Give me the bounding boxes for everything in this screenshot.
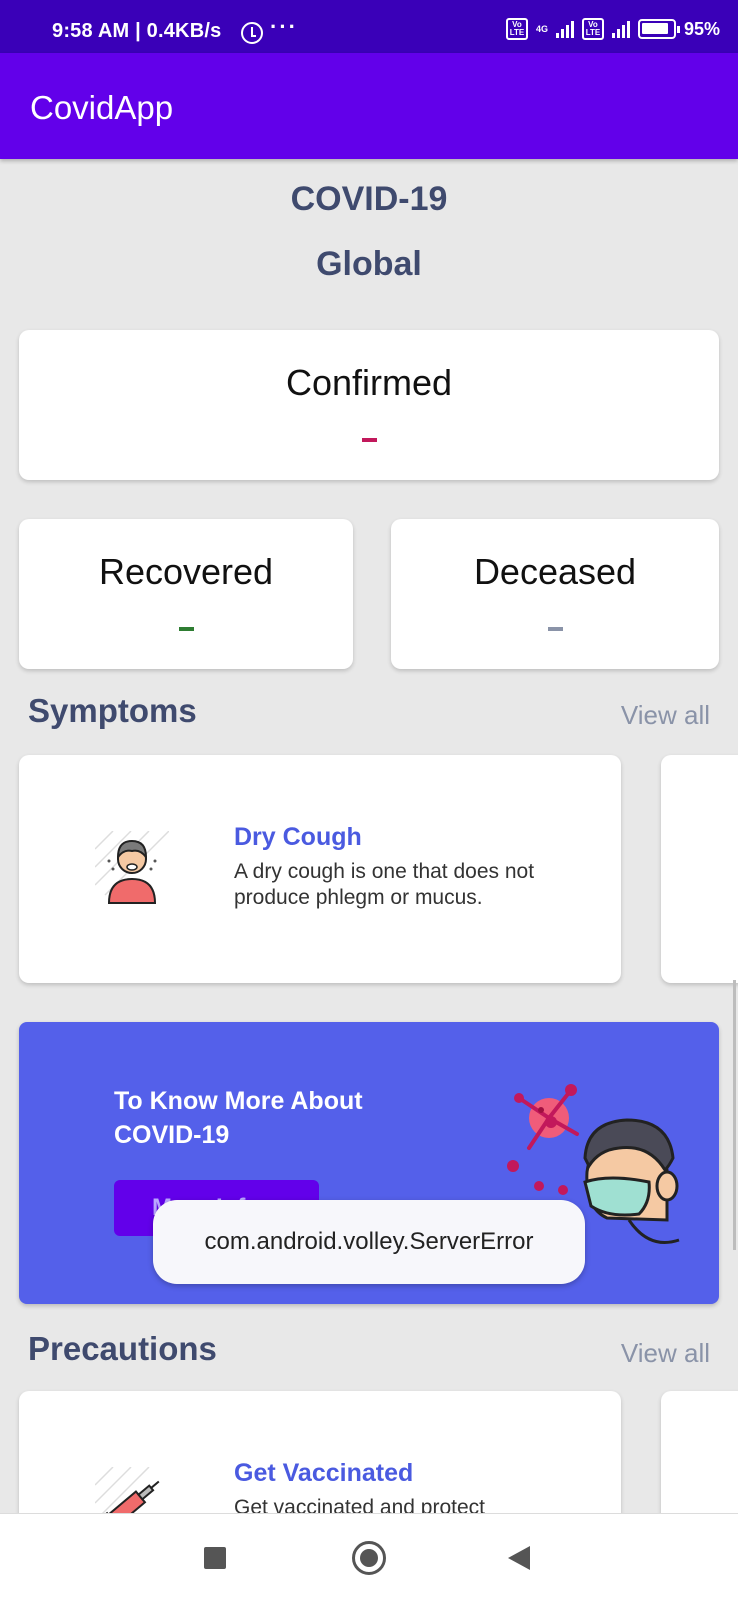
symptom-card-next[interactable] (661, 755, 738, 983)
deceased-value: - (548, 627, 563, 631)
symptom-description: A dry cough is one that does not produce… (234, 860, 535, 909)
precautions-title: Precautions (28, 1330, 217, 1367)
confirmed-value: - (362, 438, 377, 442)
status-bar: 9:58 AM | 0.4KB/s ··· Vo LTE 4G Vo LTE 95% (0, 0, 738, 53)
page-title: COVID-19 (290, 180, 448, 218)
battery-level: 95% (683, 18, 720, 39)
volte-icon: Vo LTE (505, 18, 528, 40)
status-time: 9:58 AM | 0.4KB/s (52, 20, 222, 42)
precaution-title: Get Vaccinated (234, 1459, 414, 1487)
symptoms-view-all-link[interactable]: View all (621, 700, 710, 731)
error-toast: com.android.volley.ServerError (153, 1200, 585, 1284)
coughing-person-icon (95, 831, 169, 904)
home-button[interactable] (352, 1541, 386, 1575)
scrollbar[interactable] (733, 980, 736, 1250)
symptoms-title: Symptoms (28, 692, 197, 729)
app-title: CovidApp (30, 89, 174, 126)
recovered-value: - (179, 627, 194, 631)
precautions-view-all-link[interactable]: View all (621, 1338, 710, 1369)
recents-button[interactable] (204, 1547, 226, 1569)
app-bar: CovidApp (0, 53, 738, 159)
network-type: 4G (535, 23, 548, 34)
deceased-card: Deceased - (391, 519, 719, 669)
confirmed-label: Confirmed (285, 362, 453, 403)
alarm-icon (241, 22, 263, 44)
battery-icon (637, 19, 680, 39)
back-button[interactable] (508, 1546, 530, 1570)
symptom-card-dry-cough[interactable]: Dry Cough A dry cough is one that does n… (19, 755, 621, 983)
banner-text: To Know More About COVID-19 (114, 1087, 363, 1149)
symptom-title: Dry Cough (234, 823, 362, 851)
recovered-card: Recovered - (19, 519, 353, 669)
signal-icon (555, 20, 574, 38)
system-nav-bar (0, 1513, 738, 1600)
more-notifications-icon: ··· (270, 14, 298, 39)
recovered-label: Recovered (98, 551, 274, 592)
confirmed-card: Confirmed - (19, 330, 719, 480)
deceased-label: Deceased (473, 551, 637, 592)
signal-icon-2 (611, 20, 630, 38)
page-subtitle: Global (316, 245, 422, 283)
status-right: Vo LTE 4G Vo LTE 95% (505, 18, 720, 40)
volte-icon-2: Vo LTE (581, 18, 604, 40)
